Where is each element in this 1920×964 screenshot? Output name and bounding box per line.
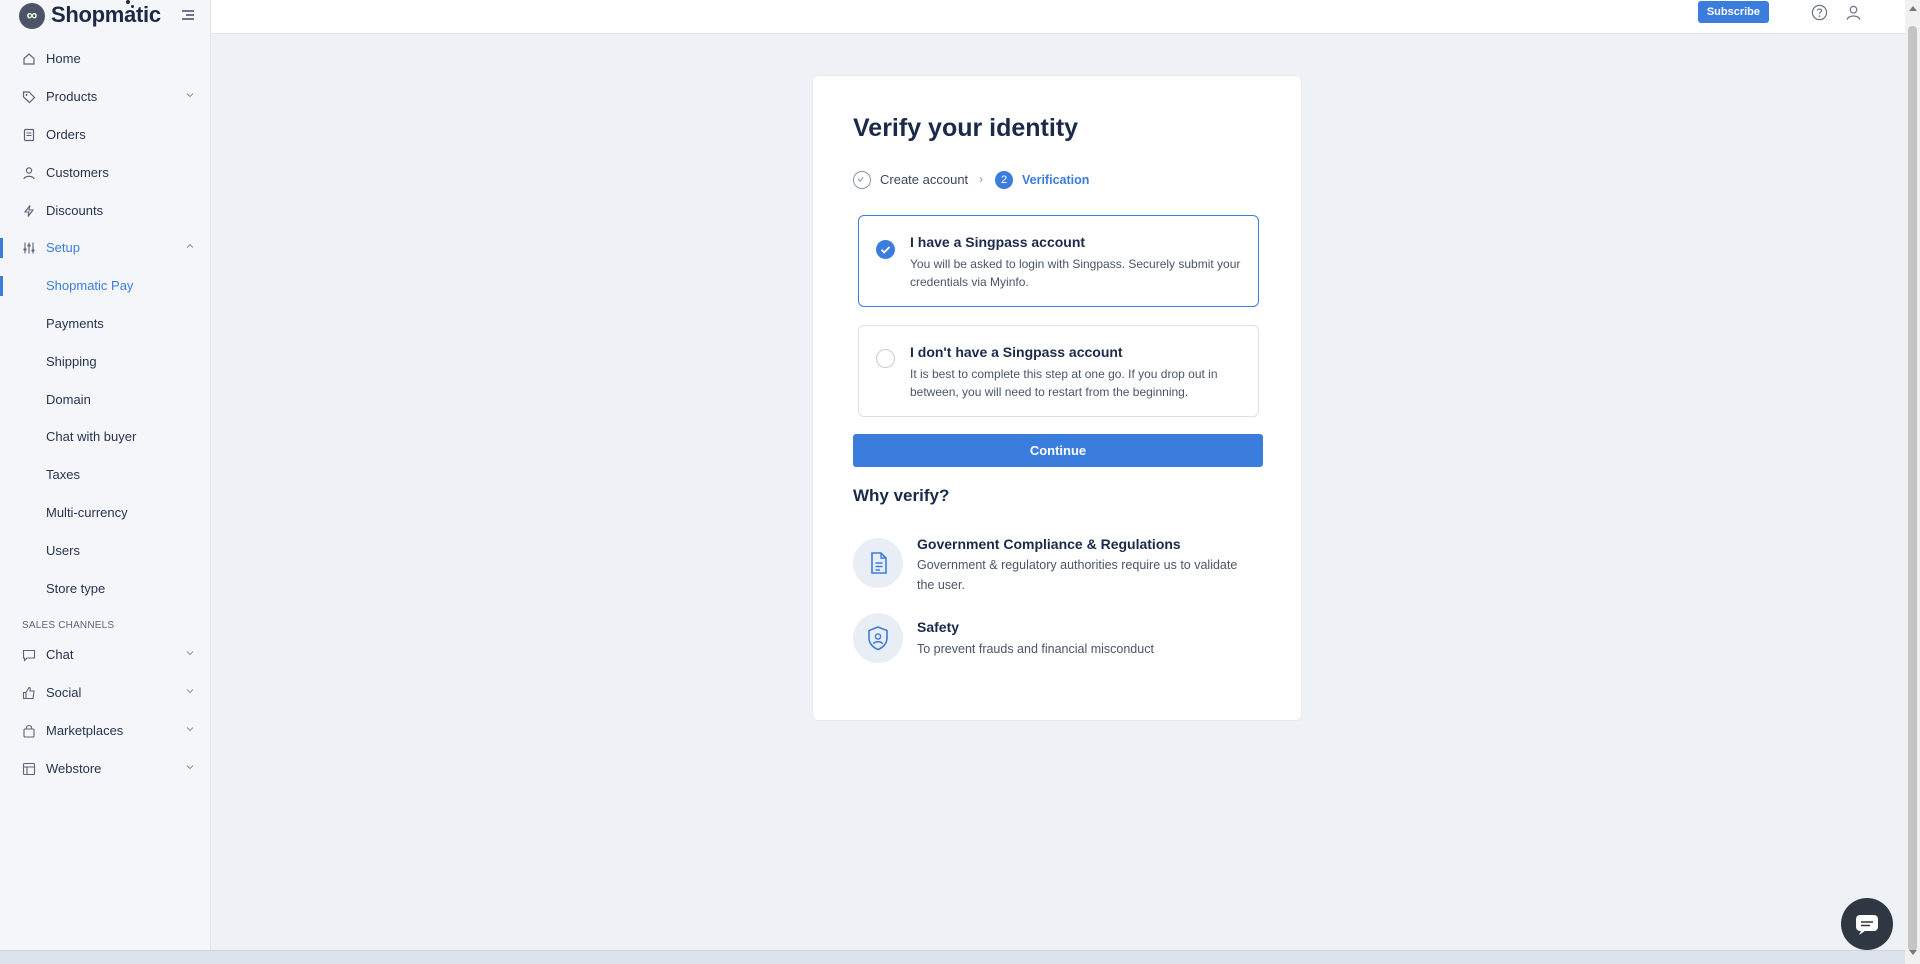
sidebar-subitem-label: Payments [46, 316, 104, 331]
home-icon [23, 53, 35, 65]
option-title: I have a Singpass account [910, 234, 1086, 250]
reason-title: Government Compliance & Regulations [917, 536, 1181, 552]
sidebar-subitem-label: Users [46, 543, 80, 558]
sidebar-item-label: Setup [46, 240, 80, 255]
sidebar-subitem-label: Multi-currency [46, 505, 128, 520]
verify-identity-card: Verify your identity Create account › 2 … [812, 75, 1302, 721]
reason-description: Government & regulatory authorities requ… [917, 558, 1238, 592]
sidebar-subitem-shipping[interactable]: Shipping [0, 347, 211, 377]
document-icon [853, 538, 903, 588]
sidebar-item-home[interactable]: Home [0, 44, 211, 74]
option-title: I don't have a Singpass account [910, 344, 1123, 360]
chat-icon [22, 649, 36, 662]
sidebar-item-customers[interactable]: Customers [0, 158, 211, 188]
collapse-sidebar-icon[interactable] [180, 8, 194, 22]
sliders-icon [23, 242, 35, 254]
chevron-down-icon [186, 727, 194, 732]
chat-widget-button[interactable] [1841, 898, 1893, 950]
option-has-singpass[interactable]: I have a Singpass account You will be as… [858, 215, 1259, 307]
sidebar-subitem-users[interactable]: Users [0, 536, 211, 566]
layout-icon [22, 762, 36, 776]
scroll-thumb[interactable] [1908, 26, 1917, 951]
sidebar-item-products[interactable]: Products [0, 82, 211, 112]
sidebar-item-label: Webstore [46, 761, 102, 776]
scrollbar[interactable] [1905, 0, 1920, 964]
radio-checked-icon[interactable] [876, 240, 895, 259]
user-icon [23, 167, 35, 180]
sidebar-item-label: Discounts [46, 203, 104, 218]
sidebar: ∞ Shopmatic Home Products Orders Custome… [0, 0, 211, 950]
sidebar-subitem-label: Chat with buyer [46, 429, 137, 444]
logo-text: Shopmatic [51, 2, 161, 27]
sidebar-item-label: Customers [46, 165, 109, 180]
sidebar-subitem-store-type[interactable]: Store type [0, 574, 211, 604]
sidebar-item-social[interactable]: Social [0, 678, 211, 708]
sidebar-item-label: Marketplaces [46, 723, 124, 738]
bolt-icon [23, 205, 35, 217]
sidebar-subitem-taxes[interactable]: Taxes [0, 460, 211, 490]
sidebar-item-webstore[interactable]: Webstore [0, 754, 211, 784]
step-create-account: Create account [880, 172, 969, 187]
option-description: You will be asked to login with Singpass… [910, 257, 1241, 289]
top-bar: Subscribe [211, 0, 1905, 34]
logo-dot [126, 0, 130, 4]
continue-button[interactable]: Continue [853, 434, 1263, 467]
chevron-down-icon [186, 765, 194, 770]
scroll-down-icon[interactable] [1909, 950, 1917, 955]
scroll-up-icon[interactable] [1909, 6, 1917, 11]
sidebar-item-marketplaces[interactable]: Marketplaces [0, 716, 211, 746]
orders-icon [23, 128, 35, 142]
step-verification: Verification [1022, 173, 1090, 187]
chat-bubble-icon [1856, 915, 1878, 935]
sidebar-item-label: Orders [46, 127, 86, 142]
sidebar-item-setup[interactable]: Setup [0, 233, 211, 263]
subscribe-button[interactable]: Subscribe [1697, 1, 1769, 23]
option-description: It is best to complete this step at one … [910, 367, 1218, 399]
chevron-down-icon [186, 689, 194, 694]
logo-dot [131, 5, 134, 8]
sidebar-subitem-chat-with-buyer[interactable]: Chat with buyer [0, 422, 211, 452]
step-number-badge: 2 [995, 171, 1013, 189]
sidebar-subitem-shopmatic-pay[interactable]: Shopmatic Pay [0, 271, 211, 301]
sidebar-subitem-domain[interactable]: Domain [0, 385, 211, 415]
reason-description: To prevent frauds and financial miscondu… [917, 642, 1154, 656]
help-icon[interactable] [1811, 4, 1828, 21]
sidebar-subitem-payments[interactable]: Payments [0, 309, 211, 339]
step-done-icon [853, 171, 871, 189]
sidebar-item-orders[interactable]: Orders [0, 120, 211, 150]
sidebar-item-label: Chat [46, 647, 74, 662]
sidebar-subitem-label: Shopmatic Pay [46, 278, 134, 293]
reason-title: Safety [917, 619, 960, 635]
chevron-up-icon [186, 243, 194, 248]
sidebar-item-chat[interactable]: Chat [0, 640, 211, 670]
sidebar-subitem-label: Domain [46, 392, 91, 407]
shield-user-icon [853, 613, 903, 663]
sidebar-item-discounts[interactable]: Discounts [0, 196, 211, 226]
sales-channels-heading: SALES CHANNELS [22, 620, 115, 631]
sidebar-subitem-multi-currency[interactable]: Multi-currency [0, 498, 211, 528]
bag-icon [23, 725, 35, 738]
radio-unchecked-icon[interactable] [876, 349, 895, 368]
thumbs-up-icon [22, 686, 35, 700]
tag-icon [22, 91, 36, 104]
sidebar-subitem-label: Store type [46, 581, 106, 596]
sidebar-subitem-label: Shipping [46, 354, 97, 369]
account-icon[interactable] [1845, 4, 1862, 21]
sidebar-item-label: Social [46, 685, 82, 700]
bottom-strip [0, 950, 1905, 964]
why-verify-heading: Why verify? [853, 486, 950, 505]
sidebar-item-label: Home [46, 51, 81, 66]
chevron-down-icon [186, 651, 194, 656]
chevron-down-icon [186, 93, 194, 98]
sidebar-subitem-label: Taxes [46, 467, 80, 482]
chevron-right-icon: › [979, 172, 983, 186]
sidebar-item-label: Products [46, 89, 98, 104]
option-no-singpass[interactable]: I don't have a Singpass account It is be… [858, 325, 1259, 417]
page-title: Verify your identity [853, 114, 1079, 142]
logo-infinity-icon: ∞ [19, 3, 45, 29]
